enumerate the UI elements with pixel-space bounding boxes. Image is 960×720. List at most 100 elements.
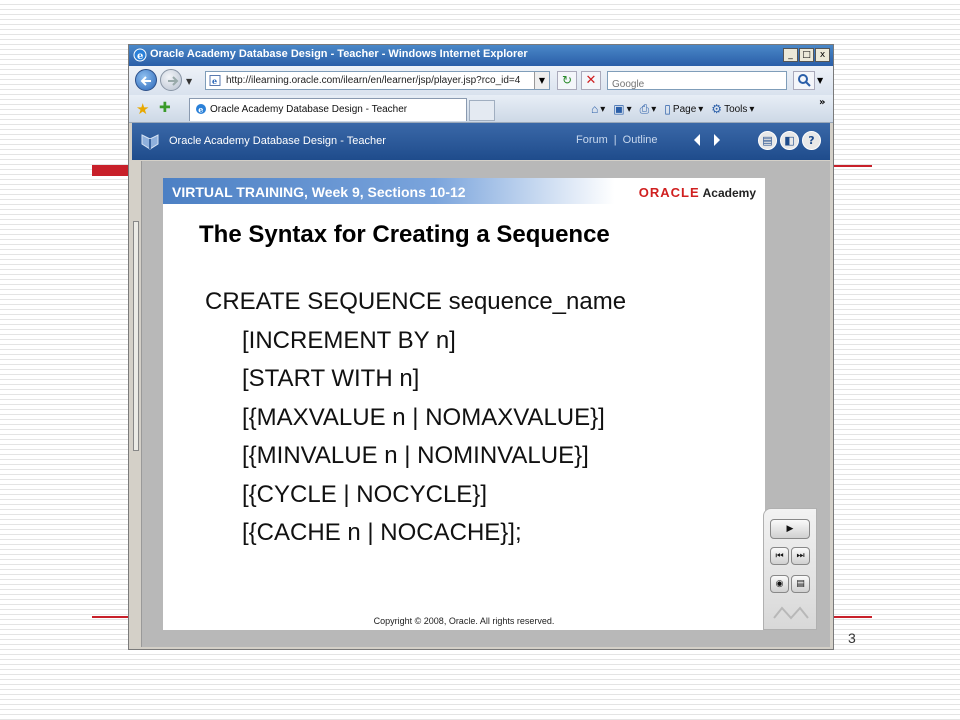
stop-icon: ✕	[585, 73, 597, 88]
print-circle-button[interactable]: ▤	[758, 131, 777, 150]
oracle-academy-logo-icon	[141, 134, 159, 150]
add-favorites-icon[interactable]: ✚	[159, 100, 171, 116]
minimize-button[interactable]: _	[783, 48, 798, 62]
player-brand-mark-icon	[773, 606, 809, 620]
home-dropdown-icon: ▾	[600, 103, 606, 115]
bookmark-circle-button[interactable]: ◧	[780, 131, 799, 150]
slide: VIRTUAL TRAINING, Week 9, Sections 10-12…	[163, 178, 765, 630]
home-button[interactable]: ⌂ ▾	[591, 102, 605, 116]
help-circle-button[interactable]: ?	[802, 131, 821, 150]
svg-text:e: e	[212, 76, 217, 86]
help-icon: ?	[808, 134, 815, 147]
volume-icon: ◉	[775, 579, 784, 589]
search-input[interactable]	[612, 77, 782, 92]
oracle-academy-brand: ORACLE Academy	[639, 185, 756, 200]
tools-menu-label: Tools	[724, 103, 748, 115]
left-scrollbar[interactable]	[132, 161, 142, 647]
syntax-line: [{MINVALUE n | NOMINVALUE}]	[242, 442, 589, 469]
syntax-line: [INCREMENT BY n]	[242, 326, 456, 354]
toolbar-overflow-chevron-icon[interactable]: »	[819, 97, 825, 108]
print-icon: ⎙	[639, 101, 650, 116]
window-title: Oracle Academy Database Design - Teacher…	[150, 48, 528, 60]
next-slide-icon[interactable]	[712, 133, 722, 147]
print-dropdown-icon: ▾	[651, 103, 657, 115]
playback-control-panel: ▶ ⏮ ⏭ ◉ ▤	[763, 508, 817, 630]
syntax-line: [{CYCLE | NOCYCLE}]	[242, 480, 487, 508]
print-button[interactable]: ⎙ ▾	[640, 102, 657, 117]
forward-button[interactable]	[160, 69, 182, 91]
notes-button[interactable]: ▤	[791, 575, 810, 593]
browser-tab-active[interactable]: e Oracle Academy Database Design - Teach…	[189, 98, 467, 121]
brand-oracle: ORACLE	[638, 185, 700, 200]
feeds-button[interactable]: ▣ ▾	[613, 102, 631, 116]
page-menu[interactable]: ▯ Page ▾	[664, 102, 703, 116]
close-button[interactable]: x	[815, 48, 830, 62]
window-titlebar[interactable]: e Oracle Academy Database Design - Teach…	[129, 45, 833, 66]
play-button[interactable]: ▶	[770, 519, 810, 539]
address-bar[interactable]: e http://ilearning.oracle.com/ilearn/en/…	[205, 71, 550, 90]
forward-arrow-icon	[168, 76, 179, 86]
address-dropdown-icon[interactable]: ▼	[534, 72, 549, 89]
skip-forward-icon: ⏭	[796, 551, 805, 561]
search-options-dropdown-icon[interactable]: ▼	[817, 71, 827, 90]
address-toolbar: ▼ e http://ilearning.oracle.com/ilearn/e…	[129, 66, 833, 95]
decorative-red-block	[92, 167, 130, 176]
player-header: Oracle Academy Database Design - Teacher…	[132, 123, 830, 160]
search-button[interactable]	[793, 71, 815, 90]
syntax-line: CREATE SEQUENCE sequence_name	[205, 288, 627, 315]
back-arrow-icon	[140, 76, 151, 86]
slide-copyright: Copyright © 2008, Oracle. All rights res…	[373, 616, 555, 626]
skip-back-button[interactable]: ⏮	[770, 547, 789, 565]
history-dropdown-icon[interactable]: ▼	[186, 77, 192, 86]
back-button[interactable]	[135, 69, 157, 91]
refresh-button[interactable]: ↻	[557, 71, 577, 90]
link-separator: |	[613, 134, 617, 146]
forum-link[interactable]: Forum	[576, 134, 608, 146]
scrollbar-thumb[interactable]	[133, 221, 139, 451]
skip-forward-button[interactable]: ⏭	[791, 547, 810, 565]
page-menu-icon: ▯	[664, 102, 671, 116]
syntax-line: [START WITH n]	[242, 365, 420, 392]
print-circle-icon: ▤	[762, 134, 773, 147]
play-icon: ▶	[786, 524, 794, 534]
tab-label: Oracle Academy Database Design - Teacher	[210, 104, 408, 115]
command-bar: ⌂ ▾ ▣ ▾ ⎙ ▾ ▯ Page ▾ ⚙ Tools ▾	[591, 100, 754, 118]
tools-menu[interactable]: ⚙ Tools ▾	[711, 102, 754, 116]
brand-academy: Academy	[702, 186, 756, 200]
page-icon: e	[209, 75, 221, 86]
svg-text:e: e	[137, 51, 143, 62]
ie-logo-icon: e	[133, 48, 147, 62]
previous-slide-icon[interactable]	[692, 133, 702, 147]
slide-title: The Syntax for Creating a Sequence	[199, 221, 610, 248]
slide-nav-arrows	[692, 133, 722, 147]
page-number: 3	[848, 630, 856, 646]
favorites-star-icon[interactable]: ★	[136, 100, 149, 118]
page-menu-label: Page	[672, 103, 697, 115]
feeds-icon: ▣	[613, 102, 625, 116]
search-box[interactable]	[607, 71, 787, 92]
window-controls: _ □ x	[783, 48, 830, 62]
refresh-icon: ↻	[561, 73, 573, 87]
skip-back-icon: ⏮	[775, 551, 784, 561]
player-utility-buttons: ▤ ◧ ?	[758, 131, 821, 150]
player-title: Oracle Academy Database Design - Teacher	[169, 135, 386, 147]
notes-icon: ▤	[796, 579, 805, 589]
address-url: http://ilearning.oracle.com/ilearn/en/le…	[226, 75, 521, 86]
maximize-button[interactable]: □	[799, 48, 814, 62]
new-tab-button[interactable]	[469, 100, 495, 121]
feeds-dropdown-icon: ▾	[626, 103, 632, 115]
svg-text:e: e	[198, 105, 203, 115]
slide-header-band: VIRTUAL TRAINING, Week 9, Sections 10-12…	[163, 178, 765, 204]
syntax-block: CREATE SEQUENCE sequence_name [INCREMENT…	[205, 288, 626, 558]
player-links: Forum | Outline	[576, 134, 658, 146]
tab-toolbar: ★ ✚ e Oracle Academy Database Design - T…	[129, 95, 833, 123]
volume-button[interactable]: ◉	[770, 575, 789, 593]
tab-page-icon: e	[196, 104, 206, 115]
bookmark-circle-icon: ◧	[784, 134, 795, 147]
tools-menu-dropdown-icon: ▾	[749, 103, 755, 115]
outline-link[interactable]: Outline	[623, 134, 658, 146]
stop-button[interactable]: ✕	[581, 71, 601, 90]
syntax-line: [{CACHE n | NOCACHE}];	[242, 519, 522, 546]
search-icon	[798, 74, 811, 87]
home-icon: ⌂	[591, 102, 599, 116]
